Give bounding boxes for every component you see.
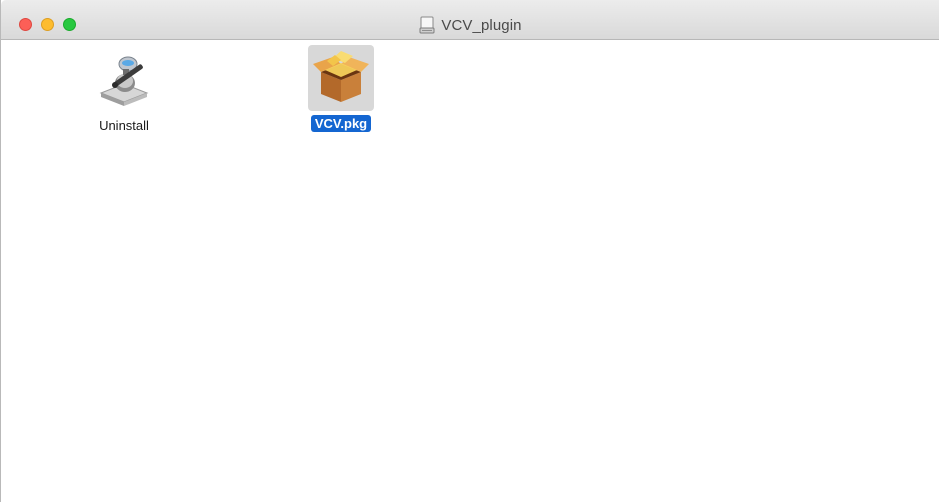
file-item-uninstall[interactable]: Uninstall	[69, 47, 179, 134]
zoom-button[interactable]	[63, 18, 76, 31]
file-name-label: Uninstall	[99, 118, 149, 133]
file-item-vcv-pkg[interactable]: VCV.pkg	[286, 45, 396, 132]
minimize-button[interactable]	[41, 18, 54, 31]
package-box-icon	[313, 51, 369, 102]
finder-window: VCV_plugin Uninstall VCV.pkg	[0, 0, 939, 502]
window-title: VCV_plugin	[441, 16, 522, 34]
file-browser-area[interactable]: Uninstall VCV.pkg	[1, 40, 939, 502]
file-icon-container[interactable]	[91, 47, 157, 113]
disk-image-icon	[419, 16, 435, 34]
file-icon-container-selected[interactable]	[308, 45, 374, 111]
window-title-group: VCV_plugin	[1, 14, 939, 36]
automator-app-icon	[99, 56, 149, 106]
title-bar[interactable]: VCV_plugin	[1, 0, 939, 40]
close-button[interactable]	[19, 18, 32, 31]
file-name-label-selected: VCV.pkg	[310, 115, 372, 132]
